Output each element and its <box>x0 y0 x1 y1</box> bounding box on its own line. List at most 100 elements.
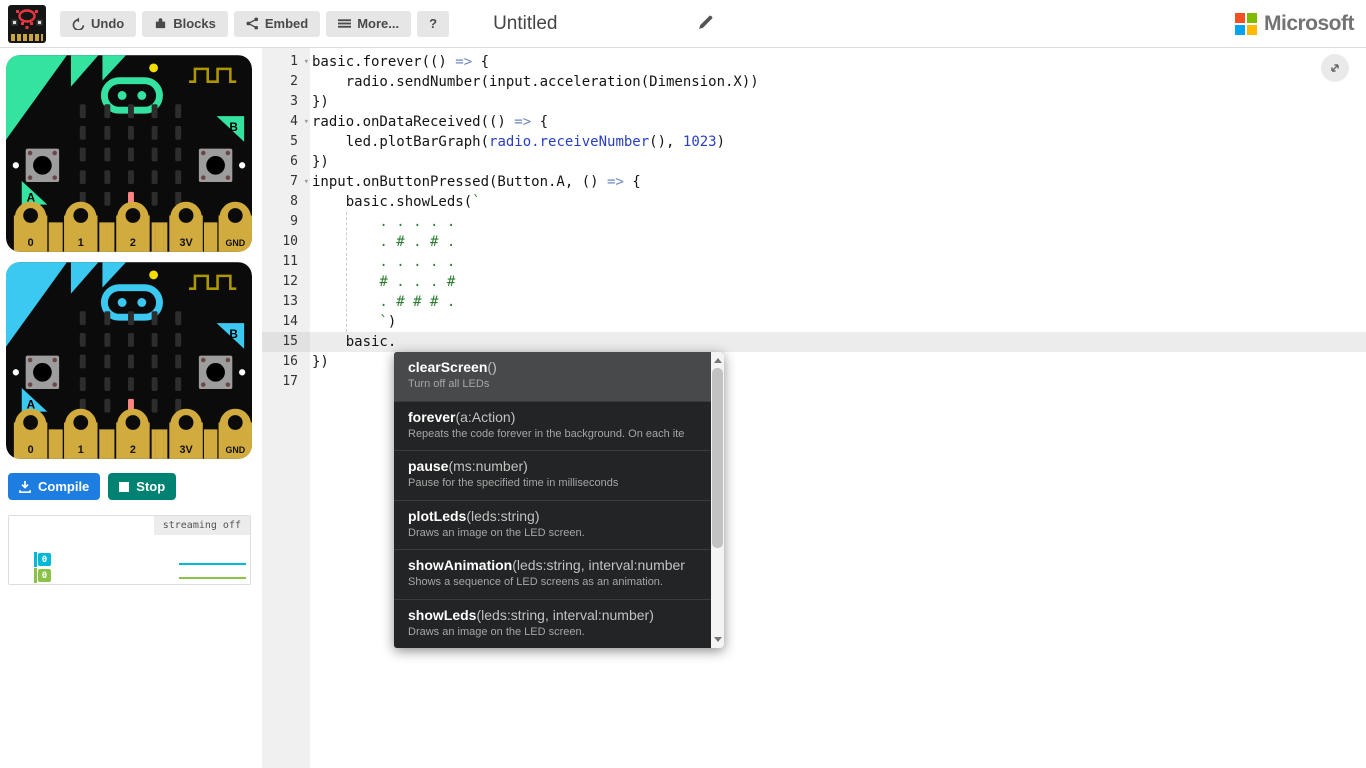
svg-text:0: 0 <box>28 237 34 249</box>
led-3-1 <box>104 377 110 391</box>
pin-2[interactable]: 2 <box>116 409 149 459</box>
code-text[interactable]: basic.forever(() => { <box>310 52 489 72</box>
microbit-simulator-2[interactable]: AB0123VGND <box>6 262 252 459</box>
pin-GND[interactable]: GND <box>219 202 252 252</box>
code-text[interactable]: . # # # . <box>310 292 455 312</box>
code-text[interactable]: basic. <box>310 332 396 352</box>
embed-button[interactable]: Embed <box>234 11 320 37</box>
undo-icon <box>72 17 85 30</box>
led-3-0 <box>80 377 86 391</box>
line-number: 12 <box>262 272 310 292</box>
method-description: Draws an image on the LED screen. <box>408 527 685 539</box>
code-line-6[interactable]: 6}) <box>262 152 1366 172</box>
code-text[interactable]: # . . . # <box>310 272 455 292</box>
led-0-2 <box>128 104 134 118</box>
code-line-15[interactable]: 15 basic. <box>262 332 1366 352</box>
compile-button[interactable]: Compile <box>8 473 100 500</box>
code-line-13[interactable]: 13 . # # # . <box>262 292 1366 312</box>
more-label: More... <box>357 16 399 31</box>
led-2-0 <box>80 148 86 162</box>
method-description: Pause for the specified time in millisec… <box>408 477 685 489</box>
autocomplete-item-showLeds[interactable]: showLeds(leds:string, interval:number)Dr… <box>394 599 711 649</box>
code-text[interactable]: . . . . . <box>310 212 455 232</box>
line-number: 1▾ <box>262 52 310 72</box>
pin-2[interactable]: 2 <box>116 202 149 252</box>
scroll-down-icon[interactable] <box>714 637 722 642</box>
microbit-simulator-1[interactable]: AB0123VGND <box>6 55 252 252</box>
code-text[interactable] <box>310 372 312 392</box>
led-3-3 <box>152 377 158 391</box>
blocks-button[interactable]: Blocks <box>142 11 228 37</box>
autocomplete-item-pause[interactable]: pause(ms:number)Pause for the specified … <box>394 450 711 500</box>
autocomplete-scrollbar[interactable] <box>711 352 724 648</box>
code-line-14[interactable]: 14 `) <box>262 312 1366 332</box>
code-text[interactable]: . . . . . <box>310 252 455 272</box>
autocomplete-item-plotLeds[interactable]: plotLeds(leds:string)Draws an image on t… <box>394 500 711 550</box>
line-number: 3 <box>262 92 310 112</box>
code-line-2[interactable]: 2 radio.sendNumber(input.acceleration(Di… <box>262 72 1366 92</box>
stream-series-0: 0 <box>34 552 51 567</box>
fold-icon[interactable]: ▾ <box>304 112 309 132</box>
code-line-9[interactable]: 9 . . . . . <box>262 212 1366 232</box>
pin-3V[interactable]: 3V <box>169 202 202 252</box>
autocomplete-item-showAnimation[interactable]: showAnimation(leds:string, interval:numb… <box>394 549 711 599</box>
code-line-7[interactable]: 7▾input.onButtonPressed(Button.A, () => … <box>262 172 1366 192</box>
code-line-11[interactable]: 11 . . . . . <box>262 252 1366 272</box>
pin-GND[interactable]: GND <box>219 409 252 459</box>
autocomplete-item-forever[interactable]: forever(a:Action)Repeats the code foreve… <box>394 401 711 451</box>
svg-text:3V: 3V <box>179 237 193 249</box>
pin-1[interactable]: 1 <box>64 409 97 459</box>
help-button[interactable]: ? <box>417 11 449 37</box>
method-signature: showAnimation(leds:string, interval:numb… <box>408 557 685 573</box>
scrollbar-thumb[interactable] <box>712 368 723 548</box>
scroll-up-icon[interactable] <box>714 358 722 363</box>
code-text[interactable]: led.plotBarGraph(radio.receiveNumber(), … <box>310 132 725 152</box>
code-text[interactable]: }) <box>310 92 329 112</box>
led-2-2 <box>128 148 134 162</box>
toolbar: UndoBlocksEmbed More...? <box>60 11 449 37</box>
undo-button[interactable]: Undo <box>60 11 136 37</box>
more-button[interactable]: More... <box>326 11 411 37</box>
line-number: 5 <box>262 132 310 152</box>
pin-3V[interactable]: 3V <box>169 409 202 459</box>
code-line-12[interactable]: 12 # . . . # <box>262 272 1366 292</box>
code-text[interactable]: radio.sendNumber(input.acceleration(Dime… <box>310 72 759 92</box>
stream-series-1: 0 <box>34 568 51 583</box>
autocomplete-item-clearScreen[interactable]: clearScreen()Turn off all LEDs <box>394 352 711 401</box>
code-text[interactable]: basic.showLeds(` <box>310 192 481 212</box>
stop-button[interactable]: Stop <box>108 473 176 500</box>
code-line-4[interactable]: 4▾radio.onDataReceived(() => { <box>262 112 1366 132</box>
fold-icon[interactable]: ▾ <box>304 52 309 72</box>
code-text[interactable]: input.onButtonPressed(Button.A, () => { <box>310 172 641 192</box>
line-number: 6 <box>262 152 310 172</box>
led-2-3 <box>152 355 158 369</box>
line-number: 9 <box>262 212 310 232</box>
microsoft-logo: Microsoft <box>1235 12 1354 36</box>
code-line-10[interactable]: 10 . # . # . <box>262 232 1366 252</box>
fold-icon[interactable]: ▾ <box>304 172 309 192</box>
code-text[interactable]: }) <box>310 352 329 372</box>
led-2-0 <box>80 355 86 369</box>
pin-1[interactable]: 1 <box>64 202 97 252</box>
code-text[interactable]: `) <box>310 312 396 332</box>
led-4-1 <box>104 192 110 206</box>
pin-0[interactable]: 0 <box>14 202 47 252</box>
microbit-logo[interactable] <box>8 5 46 43</box>
led-2-4 <box>175 355 181 369</box>
code-line-5[interactable]: 5 led.plotBarGraph(radio.receiveNumber()… <box>262 132 1366 152</box>
code-line-8[interactable]: 8 basic.showLeds(` <box>262 192 1366 212</box>
code-text[interactable]: . # . # . <box>310 232 455 252</box>
rename-pencil-icon[interactable] <box>697 14 714 34</box>
streaming-status-badge[interactable]: streaming off <box>154 516 250 535</box>
led-0-0 <box>80 311 86 325</box>
code-line-1[interactable]: 1▾basic.forever(() => { <box>262 52 1366 72</box>
led-0-4 <box>175 104 181 118</box>
fullscreen-button[interactable] <box>1321 54 1349 82</box>
code-line-3[interactable]: 3}) <box>262 92 1366 112</box>
code-text[interactable]: radio.onDataReceived(() => { <box>310 112 548 132</box>
line-number: 17 <box>262 372 310 392</box>
pin-0[interactable]: 0 <box>14 409 47 459</box>
code-text[interactable]: }) <box>310 152 329 172</box>
line-number: 14 <box>262 312 310 332</box>
method-signature: clearScreen() <box>408 359 685 375</box>
